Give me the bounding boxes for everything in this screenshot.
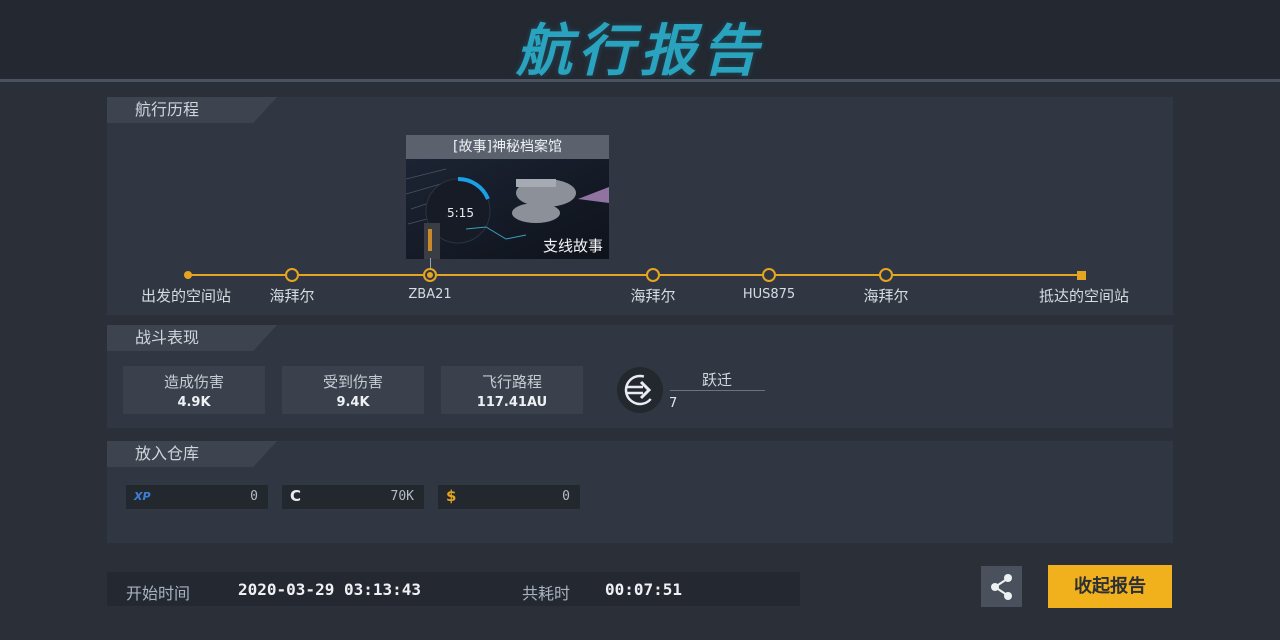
stat-damage-taken: 受到伤害 9.4K xyxy=(282,366,424,414)
stat-value: 4.9K xyxy=(177,395,211,410)
divider xyxy=(670,390,765,391)
credits-icon: C xyxy=(290,487,302,505)
route-label: 海拜尔 xyxy=(630,287,676,305)
route-label-start: 出发的空间站 xyxy=(140,287,232,305)
collect-report-button[interactable]: 收起报告 xyxy=(1048,565,1172,608)
route-label: ZBA21 xyxy=(408,287,452,302)
route-node[interactable] xyxy=(646,268,660,282)
stat-label: 受到伤害 xyxy=(322,373,383,391)
resource-credits: C 70K xyxy=(282,485,424,509)
route-label-end: 抵达的空间站 xyxy=(1038,287,1130,305)
story-tag: 支线故事 xyxy=(542,237,603,255)
warp-icon xyxy=(617,367,663,413)
stat-label: 造成伤害 xyxy=(163,373,224,391)
combat-section-label: 战斗表现 xyxy=(107,325,277,351)
storage-section-label: 放入仓库 xyxy=(107,441,277,467)
voyage-panel: 航行历程 xyxy=(107,97,1173,315)
route-node[interactable] xyxy=(762,268,776,282)
story-timer: 5:15 xyxy=(447,206,474,220)
route-node-active[interactable] xyxy=(423,268,437,282)
resource-value: 0 xyxy=(250,489,258,504)
stat-label: 飞行路程 xyxy=(481,373,542,391)
share-button[interactable] xyxy=(981,566,1022,607)
resource-value: 70K xyxy=(390,489,414,504)
start-time-label: 开始时间 xyxy=(126,584,191,603)
dollar-icon: $ xyxy=(446,487,457,505)
route-node[interactable] xyxy=(879,268,893,282)
share-icon xyxy=(991,574,1012,600)
story-title: [故事]神秘档案馆 xyxy=(406,135,609,159)
duration-label: 共耗时 xyxy=(522,584,571,603)
voyage-section-label: 航行历程 xyxy=(107,97,277,123)
resource-value: 0 xyxy=(562,489,570,504)
route-end-node xyxy=(1077,271,1086,280)
warp-value: 7 xyxy=(669,396,678,411)
route-label: 海拜尔 xyxy=(863,287,909,305)
footer-bar: 开始时间 2020-03-29 03:13:43 共耗时 00:07:51 xyxy=(107,572,800,606)
warp-label: 跃迁 xyxy=(702,371,733,389)
header-bar: 航行报告 xyxy=(0,0,1280,84)
route-label: 海拜尔 xyxy=(269,287,315,305)
xp-icon: XP xyxy=(134,490,151,503)
stat-flight-distance: 飞行路程 117.41AU xyxy=(441,366,583,414)
route-label: HUS875 xyxy=(742,287,796,302)
page-title: 航行报告 xyxy=(516,19,764,84)
route-node[interactable] xyxy=(285,268,299,282)
stat-value: 117.41AU xyxy=(476,395,548,410)
stat-damage-dealt: 造成伤害 4.9K xyxy=(123,366,265,414)
route-start-node xyxy=(184,271,192,279)
duration-value: 00:07:51 xyxy=(605,580,683,599)
resource-dollar: $ 0 xyxy=(438,485,580,509)
story-card[interactable]: [故事]神秘档案馆 5:15 支线故事 xyxy=(406,135,609,259)
resource-xp: XP 0 xyxy=(126,485,268,509)
start-time-value: 2020-03-29 03:13:43 xyxy=(238,580,422,599)
stat-value: 9.4K xyxy=(336,395,370,410)
route-line xyxy=(188,274,1081,276)
